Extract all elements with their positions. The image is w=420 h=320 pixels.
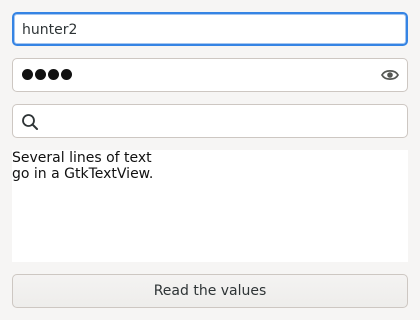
search-input[interactable] <box>47 112 397 132</box>
text-entry[interactable] <box>12 12 408 46</box>
password-dot <box>22 69 33 80</box>
text-view-line: Several lines of text <box>12 150 152 166</box>
eye-icon[interactable] <box>381 68 399 82</box>
password-dot <box>35 69 46 80</box>
password-dot <box>48 69 59 80</box>
text-entry-input[interactable] <box>22 20 392 40</box>
password-dot <box>61 69 72 80</box>
text-view[interactable]: Several lines of text go in a GtkTextVie… <box>12 150 408 262</box>
password-mask <box>22 67 72 80</box>
text-view-line: go in a GtkTextView. <box>12 166 154 182</box>
search-icon <box>22 114 38 130</box>
search-entry[interactable] <box>12 104 408 138</box>
read-values-button[interactable]: Read the values <box>12 274 408 308</box>
password-entry[interactable] <box>12 58 408 92</box>
